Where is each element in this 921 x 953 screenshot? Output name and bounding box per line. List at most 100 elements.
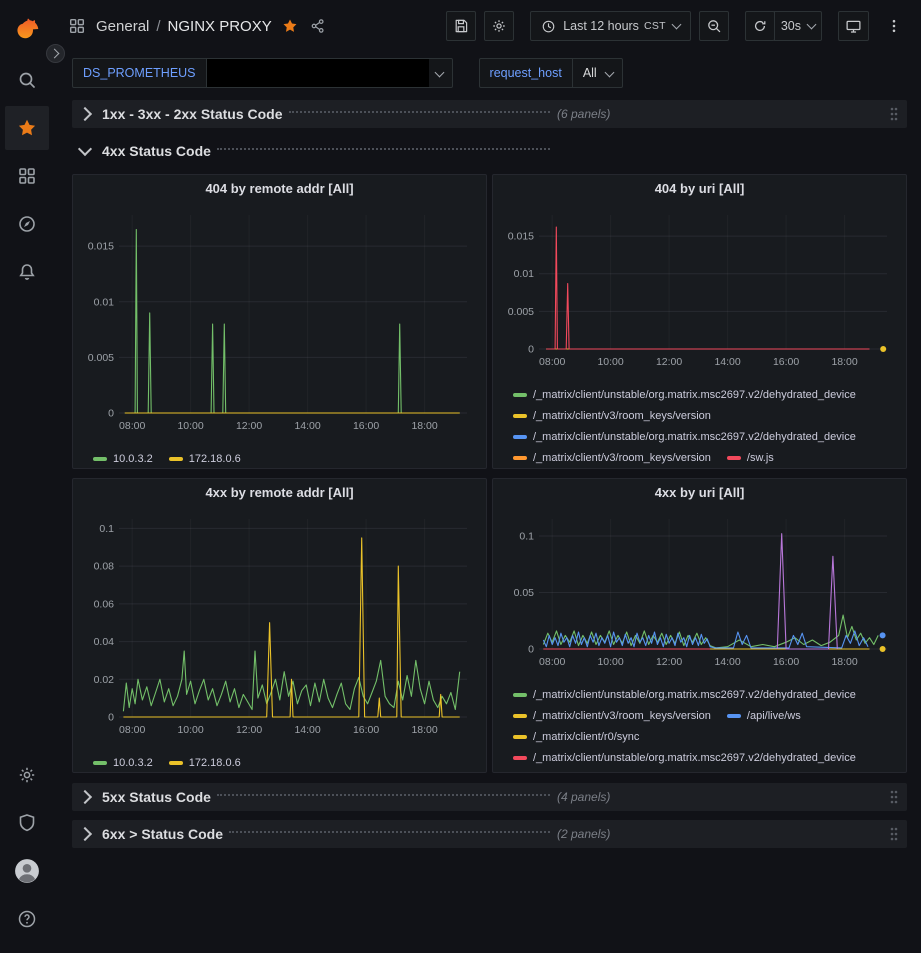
favorite-star-icon[interactable] (282, 18, 298, 34)
legend-label: /_matrix/client/unstable/org.matrix.msc2… (533, 689, 856, 701)
share-icon[interactable] (310, 18, 326, 34)
legend-item[interactable]: /_matrix/client/unstable/org.matrix.msc2… (513, 426, 856, 447)
legend-item[interactable]: /_matrix/client/v3/room_keys/version (513, 447, 711, 464)
user-avatar[interactable] (5, 849, 49, 893)
row-left: 6xx > Status Code (80, 826, 552, 842)
row-6xx-status-code[interactable]: 6xx > Status Code (2 panels) (72, 820, 907, 848)
legend-item[interactable]: /_matrix/client/unstable/org.matrix.msc2… (513, 747, 856, 768)
row-dotted-leader (229, 830, 550, 833)
svg-text:08:00: 08:00 (539, 356, 565, 368)
panel-title[interactable]: 404 by remote addr [All] (81, 175, 478, 203)
svg-text:0.04: 0.04 (94, 636, 115, 648)
legend-item[interactable]: 172.18.0.6 (169, 448, 241, 464)
legend-label: /_matrix/client/unstable/org.matrix.msc2… (533, 389, 856, 401)
sidebar-expand-button[interactable] (46, 44, 65, 63)
starred-dashboards-icon[interactable] (5, 106, 49, 150)
time-range-picker[interactable]: Last 12 hours CST (530, 11, 691, 41)
drag-handle-icon[interactable] (889, 106, 899, 122)
grafana-logo[interactable] (5, 10, 49, 50)
svg-text:0.1: 0.1 (519, 531, 534, 543)
legend-item[interactable]: /_matrix/client/unstable/org.matrix.msc2… (513, 684, 856, 705)
panel-404-by-uri: 404 by uri [All] 00.0050.010.01508:0010:… (492, 174, 907, 469)
dashboard-settings-button[interactable] (484, 11, 514, 41)
legend-swatch (513, 393, 527, 397)
svg-text:0.005: 0.005 (508, 306, 534, 318)
svg-text:14:00: 14:00 (294, 420, 320, 432)
svg-text:10:00: 10:00 (597, 656, 623, 668)
top-navbar: General / NGINX PROXY Last 12 hours (54, 0, 921, 52)
svg-text:18:00: 18:00 (411, 724, 437, 736)
chevron-down-icon (604, 67, 614, 77)
row-4xx-status-code[interactable]: 4xx Status Code (72, 137, 907, 165)
panel-title[interactable]: 4xx by uri [All] (501, 479, 898, 507)
explore-compass-icon[interactable] (5, 202, 49, 246)
svg-text:14:00: 14:00 (294, 724, 320, 736)
more-options-kebab-icon[interactable] (879, 11, 909, 41)
datasource-select[interactable] (206, 58, 453, 88)
refresh-interval-dropdown[interactable]: 30s (774, 11, 822, 41)
settings-gear-icon[interactable] (5, 753, 49, 797)
request-host-select[interactable]: All (572, 58, 623, 88)
svg-text:0.015: 0.015 (88, 241, 114, 253)
datasource-variable: DS_PROMETHEUS (72, 58, 453, 88)
panel-title[interactable]: 4xx by remote addr [All] (81, 479, 478, 507)
svg-text:12:00: 12:00 (236, 420, 262, 432)
svg-text:14:00: 14:00 (714, 356, 740, 368)
legend-item[interactable]: 10.0.3.2 (93, 448, 153, 464)
row-1xx-3xx-2xx-status-code[interactable]: 1xx - 3xx - 2xx Status Code (6 panels) (72, 100, 907, 128)
clock-icon (541, 19, 556, 34)
row-5xx-status-code[interactable]: 5xx Status Code (4 panels) (72, 783, 907, 811)
legend-label: /_matrix/client/unstable/org.matrix.msc2… (533, 752, 856, 764)
legend-item[interactable]: /_matrix/client/unstable/org.matrix.msc2… (513, 384, 856, 405)
legend-label: /_matrix/client/v3/room_keys/version (533, 452, 711, 464)
alerting-bell-icon[interactable] (5, 250, 49, 294)
refresh-button[interactable] (745, 11, 775, 41)
svg-text:12:00: 12:00 (656, 656, 682, 668)
chevron-right-icon (78, 827, 92, 841)
dashboard-content: 1xx - 3xx - 2xx Status Code (6 panels) 4… (54, 98, 921, 953)
main-area: General / NGINX PROXY Last 12 hours (54, 0, 921, 953)
svg-text:10:00: 10:00 (177, 420, 203, 432)
time-series-plot[interactable]: 00.0050.010.01508:0010:0012:0014:0016:00… (81, 203, 478, 446)
dashboards-icon[interactable] (5, 154, 49, 198)
save-dashboard-button[interactable] (446, 11, 476, 41)
legend-item[interactable]: /_matrix/client/v3/room_keys/version (513, 405, 711, 426)
legend-item[interactable]: /_matrix/client/v3/room_keys/version (513, 705, 711, 726)
cycle-view-mode-button[interactable] (838, 11, 869, 41)
time-series-plot[interactable]: 00.0050.010.01508:0010:0012:0014:0016:00… (501, 203, 898, 382)
panel-4xx-by-uri: 4xx by uri [All] 00.050.108:0010:0012:00… (492, 478, 907, 773)
legend-item[interactable]: /sw.js (727, 447, 774, 464)
datasource-value-redacted (207, 59, 429, 87)
time-series-plot[interactable]: 00.050.108:0010:0012:0014:0016:0018:00 (501, 507, 898, 682)
panel-title[interactable]: 404 by uri [All] (501, 175, 898, 203)
legend-swatch (727, 456, 741, 460)
legend-item[interactable]: 10.0.3.2 (93, 752, 153, 768)
drag-handle-icon[interactable] (889, 826, 899, 842)
time-series-plot[interactable]: 00.020.040.060.080.108:0010:0012:0014:00… (81, 507, 478, 750)
legend-item[interactable]: /_matrix/client/r0/sync (513, 726, 639, 747)
svg-text:0: 0 (528, 644, 534, 656)
legend-swatch (93, 457, 107, 461)
datasource-variable-label[interactable]: DS_PROMETHEUS (72, 58, 207, 88)
legend-swatch (513, 735, 527, 739)
row-panel-count: (2 panels) (557, 827, 610, 841)
svg-text:08:00: 08:00 (119, 724, 145, 736)
legend-swatch (513, 693, 527, 697)
dashboard-title[interactable]: NGINX PROXY (168, 18, 272, 35)
breadcrumb-folder[interactable]: General (96, 18, 149, 35)
help-icon[interactable] (5, 897, 49, 941)
legend-item[interactable]: 172.18.0.6 (169, 752, 241, 768)
time-range-label: Last 12 hours (563, 19, 639, 33)
svg-text:18:00: 18:00 (831, 656, 857, 668)
search-icon[interactable] (5, 58, 49, 102)
chevron-right-icon (50, 49, 60, 59)
zoom-out-time-button[interactable] (699, 11, 729, 41)
drag-handle-icon[interactable] (889, 789, 899, 805)
panel-legend: 10.0.3.2 172.18.0.6 (81, 752, 478, 768)
legend-item[interactable]: /api/live/ws (727, 705, 801, 726)
svg-text:16:00: 16:00 (353, 420, 379, 432)
request-host-variable-label[interactable]: request_host (479, 58, 573, 88)
panel-404-by-remote-addr: 404 by remote addr [All] 00.0050.010.015… (72, 174, 487, 469)
breadcrumb-separator: / (156, 18, 160, 35)
server-admin-shield-icon[interactable] (5, 801, 49, 845)
